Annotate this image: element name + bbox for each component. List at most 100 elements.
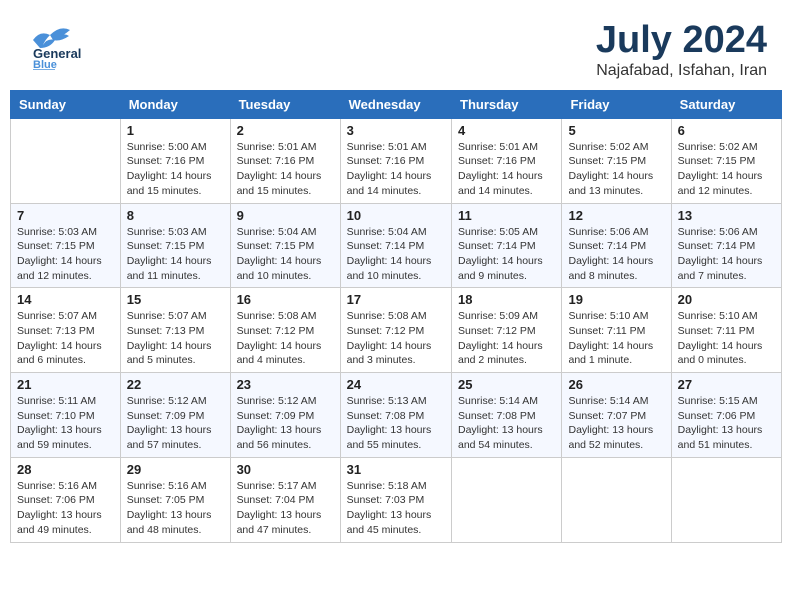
calendar-week-row: 28 Sunrise: 5:16 AM Sunset: 7:06 PM Dayli… [11,457,782,542]
day-number: 28 [17,462,114,477]
day-detail: Sunrise: 5:05 AM Sunset: 7:14 PM Dayligh… [458,225,555,284]
day-number: 17 [347,292,445,307]
day-detail: Sunrise: 5:06 AM Sunset: 7:14 PM Dayligh… [678,225,775,284]
day-detail: Sunrise: 5:01 AM Sunset: 7:16 PM Dayligh… [237,140,334,199]
page-header: General Blue July 2024 Najafabad, Isfaha… [10,10,782,85]
day-number: 27 [678,377,775,392]
day-number: 1 [127,123,224,138]
day-number: 16 [237,292,334,307]
day-detail: Sunrise: 5:12 AM Sunset: 7:09 PM Dayligh… [237,394,334,453]
title-block: July 2024 Najafabad, Isfahan, Iran [596,20,767,80]
day-detail: Sunrise: 5:10 AM Sunset: 7:11 PM Dayligh… [568,309,664,368]
day-number: 11 [458,208,555,223]
table-row: 1Sunrise: 5:00 AM Sunset: 7:16 PM Daylig… [120,118,230,203]
table-row: 18Sunrise: 5:09 AM Sunset: 7:12 PM Dayli… [452,288,562,373]
calendar-week-row: 7 Sunrise: 5:03 AM Sunset: 7:15 PM Daylig… [11,203,782,288]
table-row: 7 Sunrise: 5:03 AM Sunset: 7:15 PM Daylig… [11,203,121,288]
col-wednesday: Wednesday [340,90,451,118]
col-sunday: Sunday [11,90,121,118]
table-row: 30 Sunrise: 5:17 AM Sunset: 7:04 PM Dayli… [230,457,340,542]
table-row: 31 Sunrise: 5:18 AM Sunset: 7:03 PM Dayli… [340,457,451,542]
table-row: 11 Sunrise: 5:05 AM Sunset: 7:14 PM Dayli… [452,203,562,288]
svg-text:Blue: Blue [33,59,57,70]
day-detail: Sunrise: 5:10 AM Sunset: 7:11 PM Dayligh… [678,309,775,368]
table-row: 10Sunrise: 5:04 AM Sunset: 7:14 PM Dayli… [340,203,451,288]
table-row: 22Sunrise: 5:12 AM Sunset: 7:09 PM Dayli… [120,373,230,458]
table-row [671,457,781,542]
day-detail: Sunrise: 5:16 AM Sunset: 7:06 PM Dayligh… [17,479,114,538]
calendar-week-row: 1Sunrise: 5:00 AM Sunset: 7:16 PM Daylig… [11,118,782,203]
day-detail: Sunrise: 5:03 AM Sunset: 7:15 PM Dayligh… [17,225,114,284]
table-row: 17 Sunrise: 5:08 AM Sunset: 7:12 PM Dayli… [340,288,451,373]
day-number: 12 [568,208,664,223]
table-row [11,118,121,203]
table-row: 21Sunrise: 5:11 AM Sunset: 7:10 PM Dayli… [11,373,121,458]
day-detail: Sunrise: 5:07 AM Sunset: 7:13 PM Dayligh… [127,309,224,368]
table-row: 23Sunrise: 5:12 AM Sunset: 7:09 PM Dayli… [230,373,340,458]
calendar-header-row: Sunday Monday Tuesday Wednesday Thursday… [11,90,782,118]
table-row: 6 Sunrise: 5:02 AM Sunset: 7:15 PM Daylig… [671,118,781,203]
calendar-week-row: 21Sunrise: 5:11 AM Sunset: 7:10 PM Dayli… [11,373,782,458]
day-detail: Sunrise: 5:14 AM Sunset: 7:08 PM Dayligh… [458,394,555,453]
day-detail: Sunrise: 5:03 AM Sunset: 7:15 PM Dayligh… [127,225,224,284]
day-number: 21 [17,377,114,392]
day-number: 13 [678,208,775,223]
table-row: 4 Sunrise: 5:01 AM Sunset: 7:16 PM Daylig… [452,118,562,203]
table-row [562,457,671,542]
table-row: 15 Sunrise: 5:07 AM Sunset: 7:13 PM Dayli… [120,288,230,373]
table-row: 19 Sunrise: 5:10 AM Sunset: 7:11 PM Dayli… [562,288,671,373]
day-number: 20 [678,292,775,307]
day-number: 25 [458,377,555,392]
table-row [452,457,562,542]
logo: General Blue [25,20,115,70]
day-detail: Sunrise: 5:17 AM Sunset: 7:04 PM Dayligh… [237,479,334,538]
day-number: 30 [237,462,334,477]
table-row: 8 Sunrise: 5:03 AM Sunset: 7:15 PM Daylig… [120,203,230,288]
day-detail: Sunrise: 5:02 AM Sunset: 7:15 PM Dayligh… [678,140,775,199]
day-detail: Sunrise: 5:01 AM Sunset: 7:16 PM Dayligh… [347,140,445,199]
day-number: 31 [347,462,445,477]
col-friday: Friday [562,90,671,118]
table-row: 16Sunrise: 5:08 AM Sunset: 7:12 PM Dayli… [230,288,340,373]
table-row: 24 Sunrise: 5:13 AM Sunset: 7:08 PM Dayli… [340,373,451,458]
table-row: 2 Sunrise: 5:01 AM Sunset: 7:16 PM Daylig… [230,118,340,203]
table-row: 14Sunrise: 5:07 AM Sunset: 7:13 PM Dayli… [11,288,121,373]
day-number: 15 [127,292,224,307]
day-number: 19 [568,292,664,307]
day-detail: Sunrise: 5:06 AM Sunset: 7:14 PM Dayligh… [568,225,664,284]
day-detail: Sunrise: 5:15 AM Sunset: 7:06 PM Dayligh… [678,394,775,453]
day-number: 6 [678,123,775,138]
calendar-week-row: 14Sunrise: 5:07 AM Sunset: 7:13 PM Dayli… [11,288,782,373]
table-row: 3 Sunrise: 5:01 AM Sunset: 7:16 PM Daylig… [340,118,451,203]
table-row: 13 Sunrise: 5:06 AM Sunset: 7:14 PM Dayli… [671,203,781,288]
day-number: 24 [347,377,445,392]
table-row: 25 Sunrise: 5:14 AM Sunset: 7:08 PM Dayli… [452,373,562,458]
day-number: 2 [237,123,334,138]
day-detail: Sunrise: 5:18 AM Sunset: 7:03 PM Dayligh… [347,479,445,538]
day-number: 29 [127,462,224,477]
day-number: 9 [237,208,334,223]
day-detail: Sunrise: 5:14 AM Sunset: 7:07 PM Dayligh… [568,394,664,453]
day-detail: Sunrise: 5:12 AM Sunset: 7:09 PM Dayligh… [127,394,224,453]
day-number: 7 [17,208,114,223]
day-number: 26 [568,377,664,392]
day-number: 3 [347,123,445,138]
col-tuesday: Tuesday [230,90,340,118]
day-detail: Sunrise: 5:08 AM Sunset: 7:12 PM Dayligh… [347,309,445,368]
day-detail: Sunrise: 5:04 AM Sunset: 7:14 PM Dayligh… [347,225,445,284]
day-number: 8 [127,208,224,223]
day-detail: Sunrise: 5:16 AM Sunset: 7:05 PM Dayligh… [127,479,224,538]
col-saturday: Saturday [671,90,781,118]
table-row: 27 Sunrise: 5:15 AM Sunset: 7:06 PM Dayli… [671,373,781,458]
subtitle: Najafabad, Isfahan, Iran [596,62,767,80]
day-detail: Sunrise: 5:07 AM Sunset: 7:13 PM Dayligh… [17,309,114,368]
day-detail: Sunrise: 5:13 AM Sunset: 7:08 PM Dayligh… [347,394,445,453]
day-detail: Sunrise: 5:01 AM Sunset: 7:16 PM Dayligh… [458,140,555,199]
day-number: 4 [458,123,555,138]
day-number: 5 [568,123,664,138]
table-row: 12 Sunrise: 5:06 AM Sunset: 7:14 PM Dayli… [562,203,671,288]
table-row: 9Sunrise: 5:04 AM Sunset: 7:15 PM Daylig… [230,203,340,288]
calendar-table: Sunday Monday Tuesday Wednesday Thursday… [10,90,782,543]
table-row: 5Sunrise: 5:02 AM Sunset: 7:15 PM Daylig… [562,118,671,203]
col-monday: Monday [120,90,230,118]
